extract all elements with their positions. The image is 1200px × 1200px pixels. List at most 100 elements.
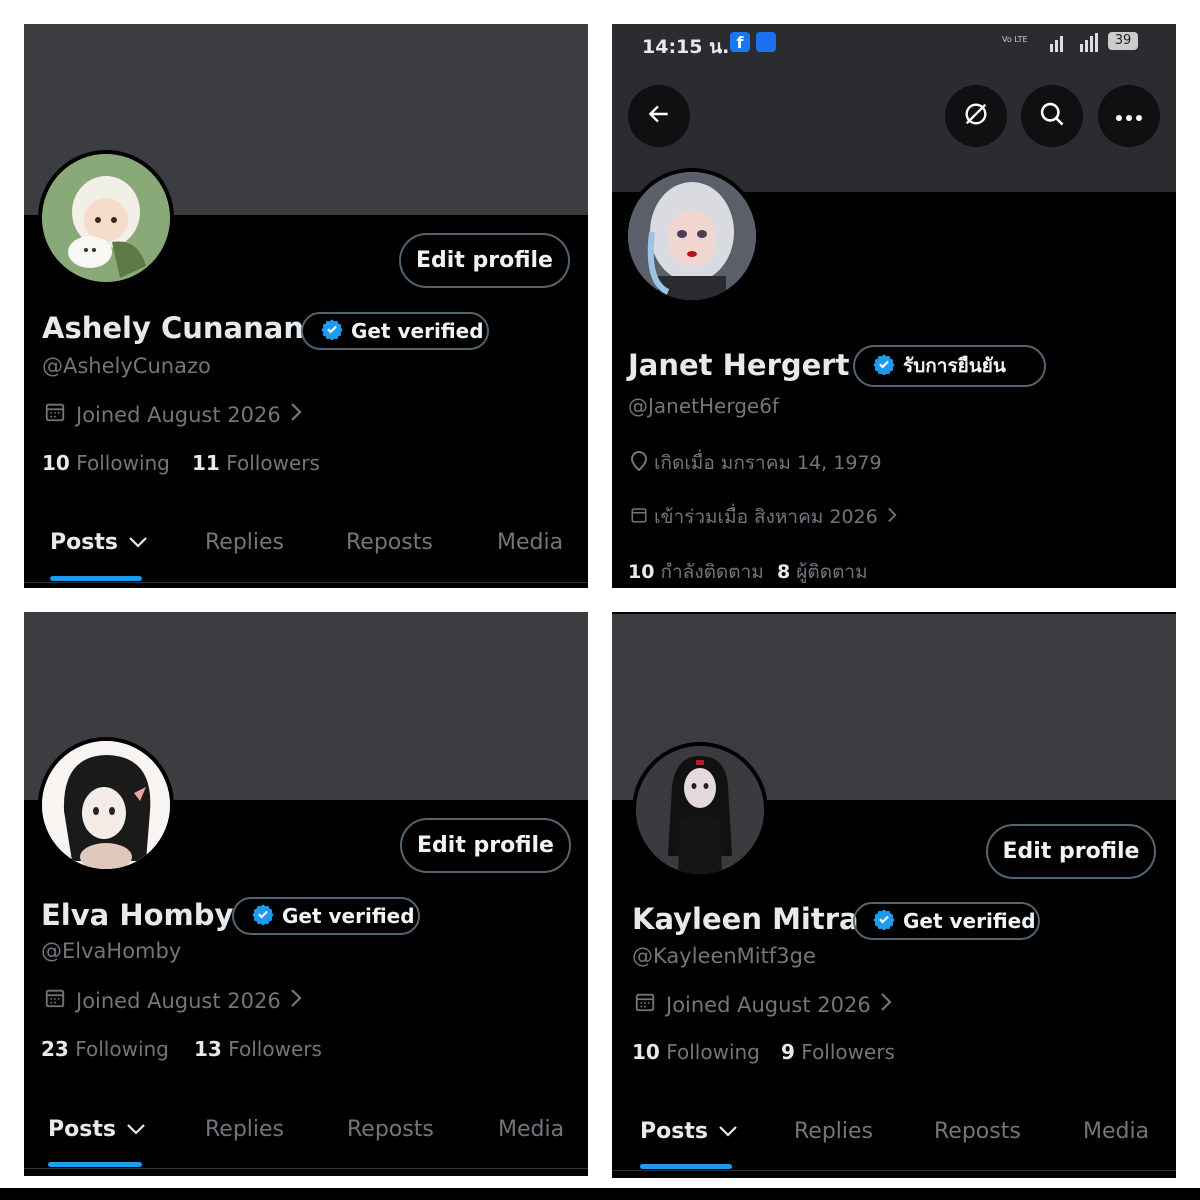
tab-reposts[interactable]: Reposts: [346, 530, 433, 555]
following-stat[interactable]: 10 กำลังติดตาม: [628, 557, 764, 587]
display-name: Janet Hergert: [628, 348, 850, 382]
followers-count: 8: [777, 561, 791, 583]
followers-count: 11: [192, 451, 220, 475]
search-icon: [1038, 100, 1066, 132]
chevron-right-icon: [289, 987, 303, 1014]
calendar-icon: [634, 991, 656, 1018]
joined-date[interactable]: Joined August 2026: [44, 401, 303, 428]
followers-stat[interactable]: 8 ผู้ติดตาม: [777, 557, 868, 587]
tab-divider: [612, 1170, 1176, 1171]
search-button[interactable]: [1021, 85, 1083, 147]
joined-label: Joined August 2026: [76, 402, 281, 427]
chevron-right-icon: [289, 401, 303, 428]
chevron-right-icon: [879, 991, 893, 1018]
tab-posts[interactable]: Posts: [640, 1119, 738, 1144]
avatar[interactable]: [38, 737, 174, 873]
joined-label: เข้าร่วมเมื่อ สิงหาคม 2026: [654, 506, 878, 528]
battery-icon: 39: [1108, 32, 1138, 50]
following-stat[interactable]: 23 Following: [41, 1037, 169, 1061]
location-icon: [630, 450, 648, 477]
calendar-icon: [44, 401, 66, 428]
following-count: 10: [628, 561, 655, 583]
active-tab-indicator: [48, 1162, 142, 1167]
following-label: กำลังติดตาม: [660, 561, 764, 583]
back-button[interactable]: [628, 85, 690, 147]
followers-label: Followers: [228, 1037, 322, 1061]
following-label: Following: [75, 1037, 169, 1061]
verified-badge-icon: [873, 353, 895, 380]
verified-badge-icon: [252, 903, 274, 930]
tab-posts[interactable]: Posts: [50, 530, 148, 555]
tab-posts-label: Posts: [640, 1119, 708, 1144]
avatar[interactable]: [38, 150, 174, 286]
following-count: 10: [42, 451, 70, 475]
status-time: 14:15 น.: [642, 36, 730, 58]
signal-icon: Vo LTE: [1002, 32, 1112, 58]
followers-stat[interactable]: 13 Followers: [194, 1037, 322, 1061]
avatar[interactable]: [624, 168, 760, 304]
joined-date[interactable]: เข้าร่วมเมื่อ สิงหาคม 2026: [630, 502, 898, 532]
tab-posts-label: Posts: [48, 1117, 116, 1142]
birth-date: เกิดเมื่อ มกราคม 14, 1979: [630, 448, 882, 478]
profile-panel-elva: Edit profile Elva Homby Get verified @El…: [24, 612, 588, 1176]
verified-badge-icon: [873, 908, 895, 935]
tab-reposts[interactable]: Reposts: [934, 1119, 1021, 1144]
tab-media[interactable]: Media: [497, 530, 563, 555]
get-verified-label: Get verified: [282, 904, 415, 928]
user-handle: @ElvaHomby: [41, 939, 182, 963]
followers-label: Followers: [226, 451, 320, 475]
tab-replies[interactable]: Replies: [794, 1119, 873, 1144]
chevron-right-icon: [886, 506, 898, 529]
facebook-icon: f: [730, 32, 750, 52]
tab-replies[interactable]: Replies: [205, 530, 284, 555]
calendar-icon: [630, 505, 648, 530]
get-verified-button[interactable]: รับการยืนยัน: [853, 345, 1046, 387]
joined-label: Joined August 2026: [666, 992, 871, 1017]
chevron-down-icon: [126, 1117, 146, 1142]
shield-icon: [756, 32, 776, 52]
followers-stat[interactable]: 11 Followers: [192, 451, 320, 475]
bottom-black-strip: [0, 1188, 1200, 1200]
get-verified-button[interactable]: Get verified: [853, 902, 1040, 940]
profile-panel-ashely: Edit profile Ashely Cunanan Get verified…: [24, 24, 588, 588]
tab-replies[interactable]: Replies: [205, 1117, 284, 1142]
joined-date[interactable]: Joined August 2026: [44, 987, 303, 1014]
following-count: 23: [41, 1037, 69, 1061]
tab-media[interactable]: Media: [498, 1117, 564, 1142]
tab-media[interactable]: Media: [1083, 1119, 1149, 1144]
tab-divider: [24, 582, 588, 583]
tab-reposts[interactable]: Reposts: [347, 1117, 434, 1142]
display-name: Elva Homby: [41, 898, 234, 932]
verified-badge-icon: [321, 318, 343, 345]
edit-profile-button[interactable]: Edit profile: [399, 233, 570, 288]
get-verified-button[interactable]: Get verified: [301, 312, 489, 350]
following-label: Following: [666, 1040, 760, 1064]
profile-panel-kayleen: Edit profile Kayleen Mitra Get verified …: [612, 612, 1176, 1178]
tab-divider: [24, 1168, 588, 1169]
following-stat[interactable]: 10 Following: [42, 451, 170, 475]
joined-label: Joined August 2026: [76, 988, 281, 1013]
profile-panel-janet: 14:15 น. f Vo LTE 39 Janet Hergert รับกา…: [612, 24, 1176, 588]
user-handle: @AshelyCunazo: [42, 354, 211, 378]
chevron-down-icon: [718, 1119, 738, 1144]
avatar[interactable]: [632, 742, 768, 878]
more-icon: [1115, 107, 1143, 126]
back-arrow-icon: [646, 101, 672, 131]
get-verified-label: รับการยืนยัน: [903, 355, 1006, 377]
grok-button[interactable]: [945, 85, 1007, 147]
get-verified-label: Get verified: [903, 909, 1036, 933]
get-verified-button[interactable]: Get verified: [232, 897, 420, 935]
edit-profile-button[interactable]: Edit profile: [986, 824, 1156, 879]
joined-date[interactable]: Joined August 2026: [634, 991, 893, 1018]
followers-stat[interactable]: 9 Followers: [781, 1040, 895, 1064]
calendar-icon: [44, 987, 66, 1014]
following-stat[interactable]: 10 Following: [632, 1040, 760, 1064]
no-grok-icon: [962, 100, 990, 132]
tab-posts[interactable]: Posts: [48, 1117, 146, 1142]
more-button[interactable]: [1098, 85, 1160, 147]
edit-profile-button[interactable]: Edit profile: [400, 818, 571, 873]
chevron-down-icon: [128, 530, 148, 555]
active-tab-indicator: [50, 576, 142, 581]
followers-count: 13: [194, 1037, 222, 1061]
display-name: Kayleen Mitra: [632, 902, 859, 936]
